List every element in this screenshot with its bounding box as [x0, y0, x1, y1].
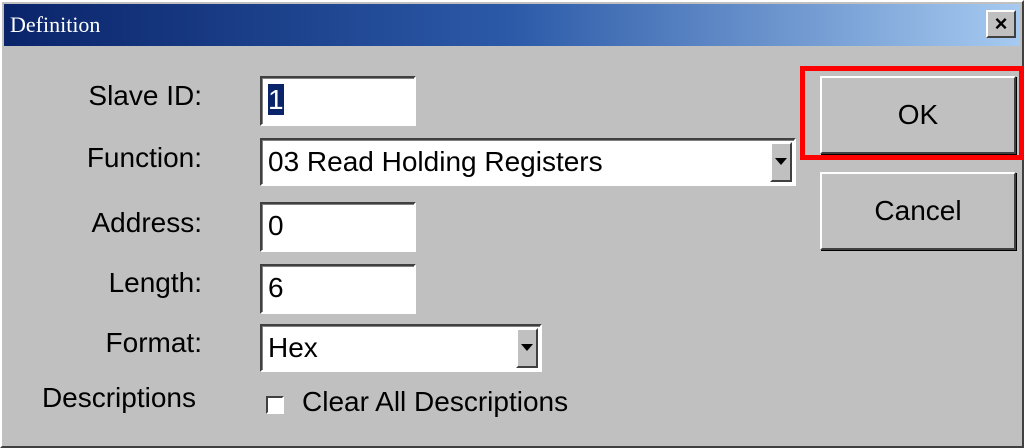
- dropdown-arrow-icon: [775, 158, 787, 165]
- clear-descriptions-checkbox[interactable]: [266, 396, 284, 414]
- format-value: Hex: [268, 332, 318, 363]
- length-input[interactable]: 6: [260, 264, 416, 314]
- function-select[interactable]: 03 Read Holding Registers: [260, 138, 796, 186]
- close-button[interactable]: ×: [986, 10, 1016, 38]
- descriptions-label: Descriptions: [41, 382, 196, 413]
- format-dropdown-button[interactable]: [516, 328, 538, 368]
- slave-id-label: Slave ID:: [88, 80, 202, 111]
- slave-id-input[interactable]: 1: [260, 76, 416, 126]
- address-input[interactable]: 0: [260, 202, 416, 252]
- length-label: Length:: [108, 267, 202, 298]
- close-icon: ×: [994, 11, 1008, 36]
- window-title: Definition: [10, 12, 101, 37]
- format-select[interactable]: Hex: [260, 324, 542, 372]
- dropdown-arrow-icon: [521, 344, 533, 351]
- format-label: Format:: [105, 327, 202, 358]
- slave-id-value: 1: [268, 84, 284, 115]
- definition-dialog: Definition × Slave ID: 1 Function: 03 Re…: [0, 0, 1024, 448]
- ok-button[interactable]: OK: [820, 76, 1016, 154]
- title-bar[interactable]: Definition ×: [4, 4, 1020, 46]
- function-value: 03 Read Holding Registers: [268, 146, 603, 177]
- clear-descriptions-label[interactable]: Clear All Descriptions: [302, 386, 568, 418]
- function-dropdown-button[interactable]: [770, 142, 792, 182]
- address-value: 0: [268, 210, 284, 241]
- length-value: 6: [268, 272, 284, 303]
- address-label: Address:: [91, 207, 203, 238]
- function-label: Function:: [86, 142, 202, 173]
- cancel-button[interactable]: Cancel: [820, 172, 1016, 250]
